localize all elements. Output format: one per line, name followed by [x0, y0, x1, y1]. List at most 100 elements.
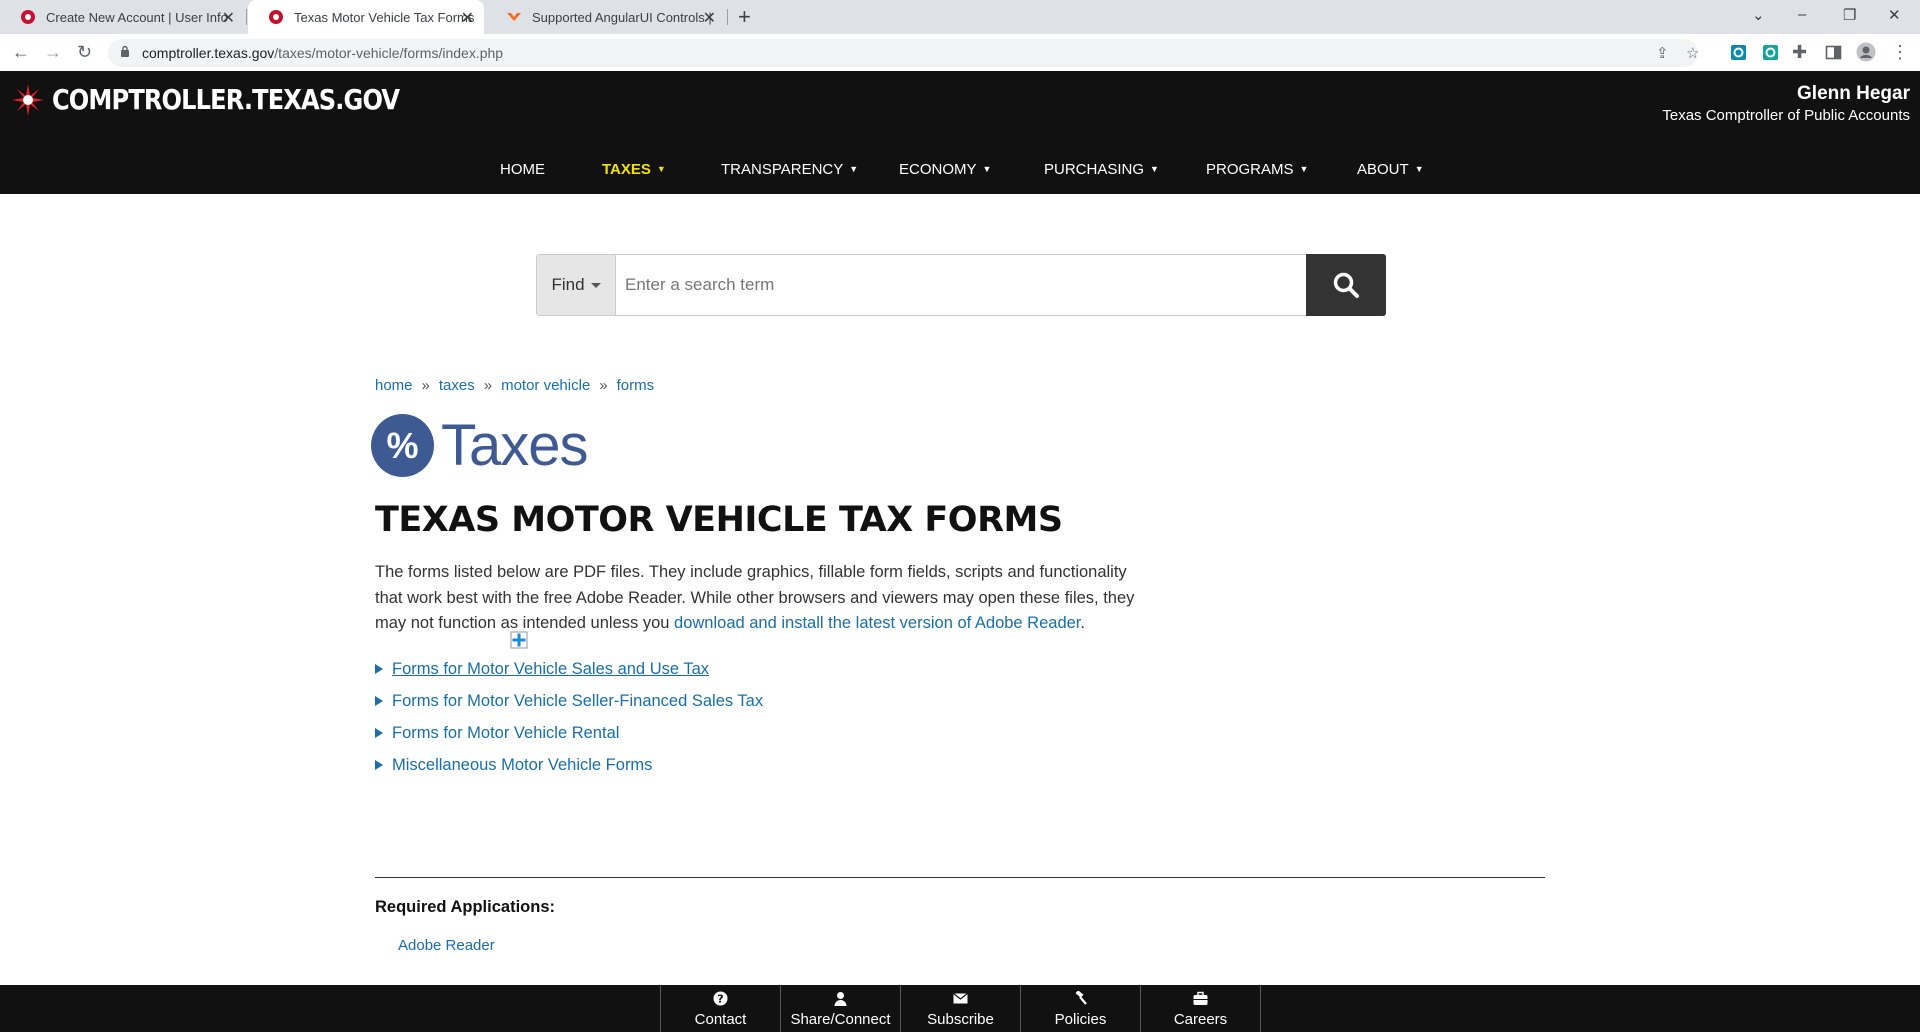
- site-brand: COMPTROLLER.TEXAS.GOV: [52, 83, 400, 116]
- browser-tab-motor-vehicle-forms[interactable]: Texas Motor Vehicle Tax Forms ✕: [248, 0, 484, 34]
- page-title: TEXAS MOTOR VEHICLE TAX FORMS: [375, 500, 1063, 540]
- cursor-plus-icon: [510, 631, 528, 649]
- nav-transparency[interactable]: TRANSPARENCY ▼: [721, 161, 858, 178]
- breadcrumb-home[interactable]: home: [375, 377, 413, 394]
- browser-tab-create-account[interactable]: Create New Account | User Inform ✕: [0, 0, 245, 34]
- share-icon[interactable]: ⇪: [1656, 44, 1669, 62]
- nav-label: HOME: [500, 161, 545, 178]
- footer-label: Policies: [1054, 1011, 1107, 1028]
- nav-home[interactable]: HOME: [500, 161, 545, 178]
- user-icon: [834, 992, 847, 1006]
- breadcrumb-separator: »: [599, 377, 608, 394]
- puzzle-extensions-icon[interactable]: ✚: [1792, 42, 1807, 63]
- extension-icon[interactable]: [1730, 44, 1747, 61]
- section-label: Taxes: [441, 413, 589, 478]
- nav-label: ECONOMY: [899, 161, 977, 178]
- required-applications-heading: Required Applications:: [375, 898, 555, 916]
- extension-icon[interactable]: [1762, 44, 1779, 61]
- expand-triangle-icon: [375, 664, 383, 674]
- footer-bar: ? Contact Share/Connect Subscribe Polici…: [0, 985, 1920, 1032]
- find-label: Find: [551, 275, 585, 294]
- site-search: Find: [536, 254, 1386, 316]
- tab-title: Create New Account | User Inform: [46, 9, 228, 25]
- official-title: Texas Comptroller of Public Accounts: [1662, 107, 1910, 124]
- nav-economy[interactable]: ECONOMY ▼: [899, 161, 991, 178]
- nav-label: PURCHASING: [1044, 161, 1145, 178]
- footer-subscribe[interactable]: Subscribe: [900, 985, 1020, 1032]
- comptroller-seal-icon: [12, 83, 44, 116]
- side-panel-icon[interactable]: [1825, 44, 1842, 61]
- tab-search-icon[interactable]: ⌄: [1752, 6, 1765, 24]
- nav-label: TAXES: [602, 161, 651, 178]
- form-link-seller-financed[interactable]: Forms for Motor Vehicle Seller-Financed …: [392, 692, 763, 711]
- angularui-favicon-icon: [507, 13, 521, 21]
- form-link-sales-use-tax[interactable]: Forms for Motor Vehicle Sales and Use Ta…: [392, 660, 709, 679]
- nav-taxes[interactable]: TAXES ▼: [602, 161, 666, 178]
- expand-triangle-icon: [375, 760, 383, 770]
- profile-avatar-icon[interactable]: [1856, 42, 1876, 62]
- official-name: Glenn Hegar: [1797, 83, 1910, 104]
- browser-menu-icon[interactable]: ⋮: [1891, 42, 1909, 63]
- footer-share-connect[interactable]: Share/Connect: [780, 985, 900, 1032]
- search-button[interactable]: [1306, 254, 1386, 316]
- new-tab-icon[interactable]: +: [738, 4, 751, 30]
- site-header: COMPTROLLER.TEXAS.GOV Glenn Hegar Texas …: [0, 71, 1920, 194]
- list-item[interactable]: Forms for Motor Vehicle Seller-Financed …: [375, 685, 763, 717]
- form-link-rental[interactable]: Forms for Motor Vehicle Rental: [392, 724, 619, 743]
- footer-careers[interactable]: Careers: [1140, 985, 1261, 1032]
- breadcrumb-separator: »: [421, 377, 430, 394]
- bookmark-star-icon[interactable]: ☆: [1686, 44, 1699, 62]
- tab-separator: [246, 9, 247, 25]
- tab-title: Supported AngularUI Controls | T: [532, 9, 714, 25]
- adobe-reader-download-link[interactable]: download and install the latest version …: [674, 614, 1080, 632]
- search-icon: [1333, 272, 1359, 298]
- close-window-icon[interactable]: ✕: [1888, 6, 1901, 24]
- nav-purchasing[interactable]: PURCHASING ▼: [1044, 161, 1159, 178]
- dropdown-caret-icon: ▼: [1414, 164, 1424, 174]
- address-bar[interactable]: comptroller.texas.gov/taxes/motor-vehicl…: [108, 39, 1699, 67]
- find-dropdown[interactable]: Find: [537, 255, 616, 315]
- list-item[interactable]: Forms for Motor Vehicle Rental: [375, 717, 763, 749]
- gavel-icon: [1075, 991, 1087, 1005]
- breadcrumb: home » taxes » motor vehicle » forms: [375, 377, 654, 394]
- breadcrumb-separator: »: [483, 377, 493, 394]
- minimize-icon[interactable]: –: [1798, 6, 1806, 23]
- footer-policies[interactable]: Policies: [1020, 985, 1140, 1032]
- breadcrumb-motor-vehicle[interactable]: motor vehicle: [501, 377, 590, 394]
- footer-label: Share/Connect: [790, 1011, 891, 1028]
- form-links-list: Forms for Motor Vehicle Sales and Use Ta…: [375, 653, 763, 781]
- nav-programs[interactable]: PROGRAMS ▼: [1206, 161, 1308, 178]
- chevron-down-icon: [590, 282, 601, 288]
- adobe-reader-link[interactable]: Adobe Reader: [398, 937, 495, 954]
- url-path: /taxes/motor-vehicle/forms/index.php: [274, 45, 504, 61]
- list-item[interactable]: Forms for Motor Vehicle Sales and Use Ta…: [375, 653, 763, 685]
- browser-tab-bar: Create New Account | User Inform ✕ Texas…: [0, 0, 1920, 34]
- nav-label: ABOUT: [1357, 161, 1409, 178]
- form-link-miscellaneous[interactable]: Miscellaneous Motor Vehicle Forms: [392, 756, 652, 775]
- breadcrumb-taxes[interactable]: taxes: [439, 377, 475, 394]
- close-tab-icon[interactable]: ✕: [461, 8, 474, 28]
- dropdown-caret-icon: ▼: [1299, 164, 1309, 174]
- forward-icon[interactable]: →: [44, 42, 62, 63]
- dropdown-caret-icon: ▼: [1150, 164, 1159, 174]
- close-tab-icon[interactable]: ✕: [703, 8, 716, 28]
- search-input[interactable]: [617, 255, 1307, 315]
- tab-separator: [727, 9, 728, 25]
- restore-icon[interactable]: ❐: [1843, 6, 1856, 24]
- footer-label: Careers: [1173, 1011, 1228, 1028]
- back-icon[interactable]: ←: [12, 42, 30, 63]
- question-circle-icon: ?: [713, 991, 728, 1006]
- list-item[interactable]: Miscellaneous Motor Vehicle Forms: [375, 749, 763, 781]
- official-info: Glenn Hegar Texas Comptroller of Public …: [1662, 83, 1910, 124]
- nav-about[interactable]: ABOUT ▼: [1357, 161, 1424, 178]
- reload-icon[interactable]: ↻: [77, 42, 92, 63]
- site-logo[interactable]: COMPTROLLER.TEXAS.GOV: [12, 83, 456, 116]
- main-nav: HOME TAXES ▼ TRANSPARENCY ▼ ECONOMY ▼ PURCH…: [0, 161, 1920, 185]
- svg-text:?: ?: [717, 993, 723, 1006]
- breadcrumb-forms[interactable]: forms: [617, 377, 655, 394]
- nav-label: TRANSPARENCY: [721, 161, 844, 178]
- dropdown-caret-icon: ▼: [849, 164, 859, 174]
- close-tab-icon[interactable]: ✕: [222, 8, 235, 28]
- browser-tab-angularui[interactable]: Supported AngularUI Controls | T ✕: [486, 0, 726, 34]
- footer-contact[interactable]: ? Contact: [660, 985, 780, 1032]
